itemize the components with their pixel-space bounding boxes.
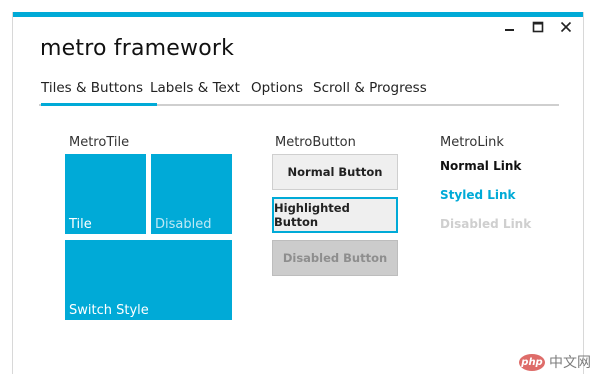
close-icon[interactable] — [559, 20, 573, 34]
accent-bar — [13, 12, 583, 17]
maximize-icon[interactable] — [531, 20, 545, 34]
tile-label: Tile — [69, 217, 92, 232]
tab-labels-text[interactable]: Labels & Text — [150, 80, 240, 104]
tile[interactable]: Tile — [65, 154, 146, 234]
disabled-button: Disabled Button — [272, 240, 398, 276]
metrolink-heading: MetroLink — [440, 135, 504, 150]
php-logo-icon: php — [519, 353, 545, 371]
watermark: php 中文网 — [519, 352, 591, 372]
tile-label: Switch Style — [69, 303, 149, 318]
tab-tiles-buttons[interactable]: Tiles & Buttons — [41, 80, 158, 106]
disabled-link: Disabled Link — [440, 217, 532, 231]
window-controls — [503, 20, 573, 34]
metrotile-heading: MetroTile — [69, 135, 130, 150]
highlighted-button[interactable]: Highlighted Button — [272, 197, 398, 233]
tile-label: Disabled — [155, 217, 212, 232]
metrobutton-heading: MetroButton — [275, 135, 356, 150]
tile-switch-style[interactable]: Switch Style — [65, 240, 232, 320]
main-window: metro framework Tiles & Buttons Labels &… — [12, 12, 584, 374]
tab-strip: Tiles & Buttons Labels & Text Options Sc… — [39, 80, 559, 106]
tab-options[interactable]: Options — [251, 80, 303, 104]
normal-link[interactable]: Normal Link — [440, 159, 521, 173]
tab-scroll-progress[interactable]: Scroll & Progress — [313, 80, 427, 104]
window-title: metro framework — [40, 36, 235, 61]
styled-link[interactable]: Styled Link — [440, 188, 516, 202]
tile-disabled: Disabled — [151, 154, 232, 234]
normal-button[interactable]: Normal Button — [272, 154, 398, 190]
minimize-icon[interactable] — [503, 20, 517, 34]
watermark-text: 中文网 — [549, 355, 591, 371]
